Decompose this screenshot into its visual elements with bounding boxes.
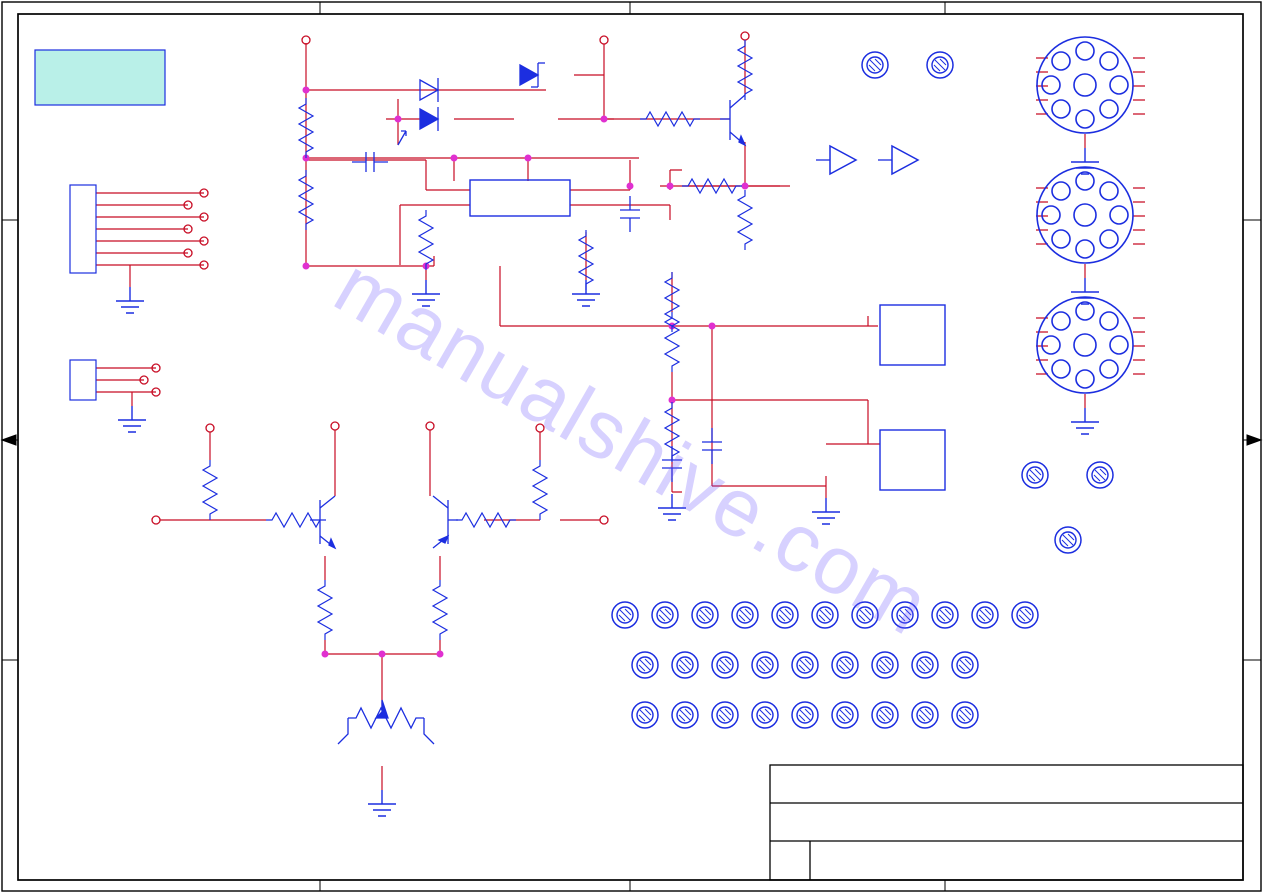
ic-u1 xyxy=(470,180,570,216)
capacitors xyxy=(352,152,722,482)
diode-d2 xyxy=(520,63,545,87)
resistors xyxy=(203,40,752,640)
open-terminals xyxy=(140,32,749,524)
wiring-nets xyxy=(96,40,1145,790)
tube-socket-3 xyxy=(1037,297,1133,393)
schematic-page: manualshive.com xyxy=(0,0,1263,893)
potentiometer-rv1 xyxy=(338,700,434,744)
connector-j1 xyxy=(70,185,96,273)
pad-top-pair xyxy=(862,52,953,78)
connector-j2 xyxy=(70,360,96,400)
buffer-1 xyxy=(816,146,856,174)
tube-socket-2 xyxy=(1037,167,1133,263)
junctions xyxy=(303,87,749,658)
pad-row-3 xyxy=(632,702,978,728)
transistor-q3 xyxy=(433,496,458,548)
tube-socket-1 xyxy=(1037,37,1133,133)
pad-mid-right xyxy=(1022,462,1113,553)
pad-row-1 xyxy=(612,602,1038,628)
title-block xyxy=(770,765,1243,880)
transistor-q1 xyxy=(720,95,745,145)
diode-d1 xyxy=(398,107,438,145)
module-u3 xyxy=(880,430,945,490)
schematic-svg xyxy=(0,0,1263,893)
pad-row-2 xyxy=(632,652,978,678)
drawing-frame xyxy=(2,2,1261,891)
info-annotation-box xyxy=(35,50,165,105)
module-u2 xyxy=(880,305,945,365)
buffer-2 xyxy=(878,146,918,174)
